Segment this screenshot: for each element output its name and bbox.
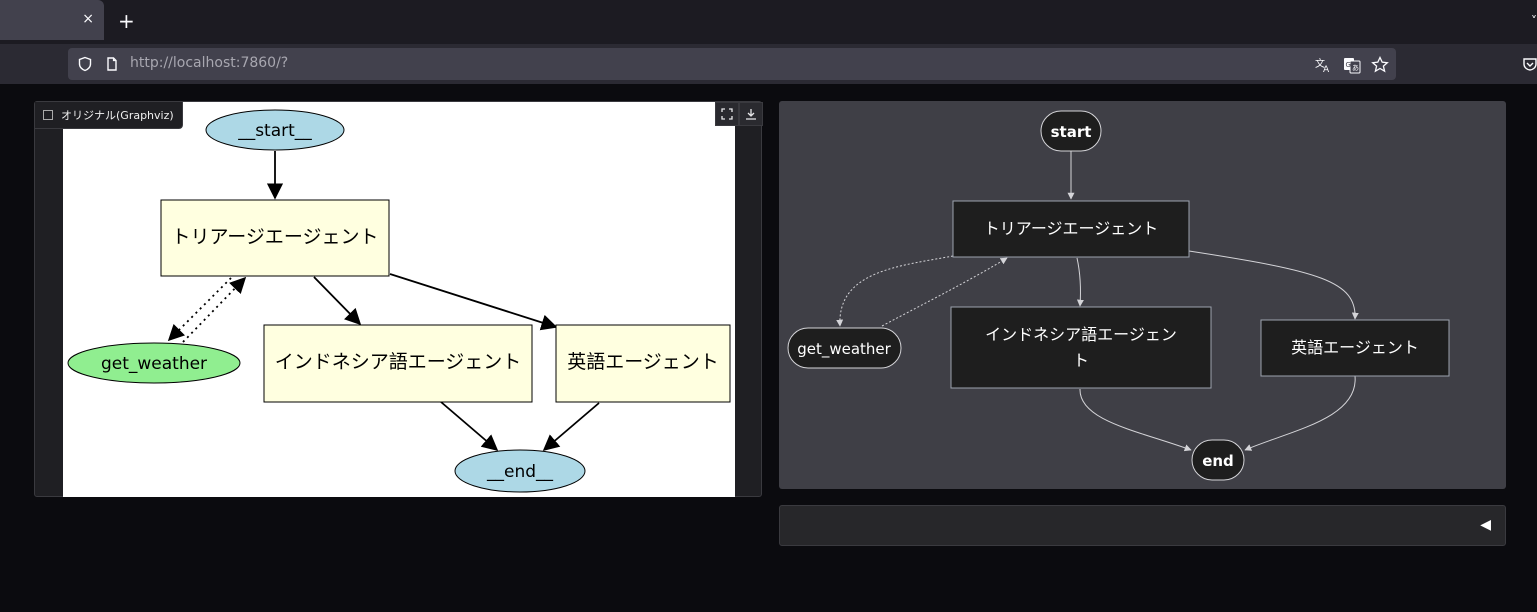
edge-english-end (542, 402, 600, 452)
fullscreen-button[interactable] (715, 102, 739, 126)
svg-text:A: A (1323, 65, 1330, 74)
graphviz-graph: __start__ トリアージエージェント get_weather インドネシア… (67, 109, 731, 493)
new-tab-button[interactable]: + (118, 9, 135, 33)
graphviz-panel: __start__ トリアージエージェント get_weather インドネシア… (34, 101, 763, 497)
graphviz-image: __start__ トリアージエージェント get_weather インドネシア… (63, 102, 735, 497)
tab-list-button[interactable]: ˅ (1531, 14, 1537, 28)
svg-text:start: start (1051, 123, 1092, 141)
expand-arrow-icon[interactable]: ◀ (1480, 517, 1491, 533)
node-indonesian-agent: インドネシア語エージェン ト (950, 306, 1212, 389)
collapsible-accordion[interactable]: ◀ (779, 505, 1506, 546)
edge-triage-weather (167, 277, 232, 342)
mermaid-panel: start トリアージエージェント get_weather インドネシア語エージ… (779, 101, 1506, 489)
tab-close-button[interactable]: × (82, 11, 94, 27)
svg-text:トリアージエージェント: トリアージエージェント (171, 226, 378, 248)
svg-text:get_weather: get_weather (797, 340, 891, 359)
node-end: end (1191, 439, 1245, 481)
shield-icon[interactable] (77, 56, 93, 72)
fullscreen-icon (721, 108, 733, 120)
node-english-agent: 英語エージェント (1260, 319, 1450, 377)
node-triage: トリアージエージェント (952, 200, 1190, 258)
edge-triage-english (1188, 250, 1359, 320)
url-text[interactable]: http://localhost:7860/? (130, 55, 288, 71)
node-get-weather: get_weather (787, 327, 902, 369)
svg-text:get_weather: get_weather (101, 354, 207, 374)
svg-text:あ: あ (1352, 64, 1359, 72)
edge-indo-end (1079, 388, 1192, 452)
bookmark-star-icon[interactable] (1371, 56, 1389, 74)
edge-english-end (1244, 375, 1356, 451)
image-icon (43, 110, 53, 120)
edge-indo-end (440, 401, 499, 452)
svg-text:ト: ト (1073, 351, 1089, 370)
svg-text:英語エージェント: 英語エージェント (567, 351, 719, 373)
download-icon (746, 109, 756, 120)
edge-triage-indo (313, 276, 362, 326)
svg-text:end: end (1202, 452, 1234, 470)
svg-text:G: G (1346, 61, 1351, 69)
node-get-weather: get_weather (67, 342, 241, 384)
node-start: start (1040, 110, 1102, 152)
page-icon[interactable] (104, 56, 120, 72)
svg-text:インドネシア語エージェン: インドネシア語エージェン (985, 325, 1177, 344)
node-triage: トリアージエージェント (160, 199, 390, 277)
page-translate-icon[interactable]: G あ (1343, 56, 1361, 74)
download-button[interactable] (739, 102, 763, 126)
svg-text:__end__: __end__ (486, 462, 554, 482)
node-end: __end__ (454, 449, 586, 493)
pocket-icon[interactable] (1523, 56, 1537, 72)
node-indonesian-agent: インドネシア語エージェント (263, 324, 533, 403)
edge-triage-indo (1076, 257, 1084, 307)
translate-icon[interactable]: 文 A (1314, 56, 1332, 74)
svg-text:__start__: __start__ (237, 121, 312, 141)
edge-triage-weather (836, 255, 954, 327)
svg-text:英語エージェント: 英語エージェント (1291, 338, 1419, 357)
edge-triage-english (389, 273, 558, 331)
node-start: __start__ (205, 109, 345, 151)
svg-text:トリアージエージェント: トリアージエージェント (984, 219, 1158, 238)
mermaid-graph: start トリアージエージェント get_weather インドネシア語エージ… (787, 110, 1450, 481)
svg-text:インドネシア語エージェント: インドネシア語エージェント (275, 351, 522, 373)
edge-weather-triage (182, 276, 247, 343)
url-bar[interactable]: http://localhost:7860/? 文 A G あ (68, 48, 1396, 80)
active-tab[interactable]: × (0, 0, 104, 40)
image-label: オリジナル(Graphviz) (35, 102, 183, 129)
tab-bar: × + ˅ (0, 0, 1537, 44)
image-label-text: オリジナル(Graphviz) (61, 109, 174, 122)
nav-bar: http://localhost:7860/? 文 A G あ (0, 44, 1537, 84)
node-english-agent: 英語エージェント (555, 324, 731, 403)
